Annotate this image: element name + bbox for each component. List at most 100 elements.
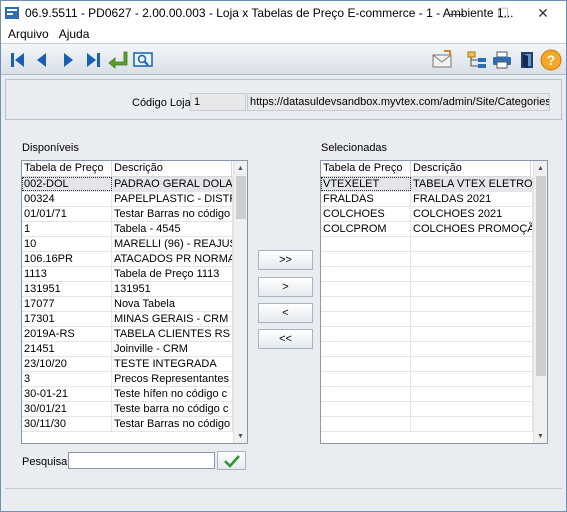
available-label: Disponíveis	[22, 142, 79, 154]
previous-record-button[interactable]	[31, 49, 53, 71]
table-row[interactable]: 30/11/30 Testar Barras no código	[22, 417, 233, 432]
cell-descricao: Teste hífen no código c	[112, 387, 233, 401]
column-header-descricao[interactable]: Descrição	[112, 161, 232, 176]
cell-descricao	[411, 297, 533, 311]
cell-tabela: 00324	[22, 192, 112, 206]
table-row[interactable]: 17077 Nova Tabela	[22, 297, 233, 312]
exit-button[interactable]	[516, 49, 538, 71]
cell-tabela: 30/01/21	[22, 402, 112, 416]
cell-descricao: MARELLI (96) - REAJUS	[114, 237, 233, 251]
cell-tabela: 2019A-RS	[22, 327, 112, 341]
enter-button[interactable]	[107, 49, 129, 71]
next-record-button[interactable]	[57, 49, 79, 71]
table-row[interactable]: 002-DOL PADRAO GERAL DOLAR	[22, 177, 233, 192]
table-row[interactable]	[321, 372, 533, 387]
cell-descricao: Testar Barras no código	[112, 207, 233, 221]
cell-tabela	[321, 237, 411, 251]
table-row[interactable]: 01/01/71 Testar Barras no código	[22, 207, 233, 222]
cell-tabela	[321, 357, 411, 371]
table-row[interactable]: VTEXELET TABELA VTEX ELETRO	[321, 177, 533, 192]
scroll-down-icon[interactable]: ▼	[234, 429, 247, 443]
table-row[interactable]: 30-01-21 Teste hífen no código c	[22, 387, 233, 402]
menu-arquivo[interactable]: Arquivo	[2, 27, 53, 41]
available-list[interactable]: Tabela de Preço Descrição 002-DOL PADRAO …	[21, 160, 248, 444]
table-row[interactable]: 00324 PAPELPLASTIC - DISTR	[22, 192, 233, 207]
cell-tabela	[321, 312, 411, 326]
table-row[interactable]	[321, 252, 533, 267]
table-row[interactable]: 1113 Tabela de Preço 1113	[22, 267, 233, 282]
scroll-up-icon[interactable]: ▲	[534, 161, 547, 175]
exit-icon	[521, 52, 533, 68]
cell-descricao: MINAS GERAIS - CRM	[112, 312, 233, 326]
email-icon	[432, 50, 452, 68]
table-row[interactable]	[321, 342, 533, 357]
table-row[interactable]	[321, 267, 533, 282]
column-header-tabela[interactable]: Tabela de Preço	[321, 161, 411, 176]
table-row[interactable]	[321, 297, 533, 312]
selected-scrollbar[interactable]: ▲ ▼	[533, 161, 547, 443]
add-all-button[interactable]: >>	[258, 250, 313, 270]
table-row[interactable]	[321, 387, 533, 402]
search-label: Pesquisar:	[22, 456, 74, 468]
enter-icon	[108, 51, 128, 69]
search-input[interactable]	[68, 452, 215, 469]
table-row[interactable]: 17301 MINAS GERAIS - CRM	[22, 312, 233, 327]
first-record-icon	[11, 53, 24, 67]
codigo-loja-label: Código Loja:	[132, 97, 194, 109]
table-row[interactable]	[321, 282, 533, 297]
table-row[interactable]	[321, 237, 533, 252]
cell-descricao	[411, 267, 533, 281]
table-row[interactable]: 1 Tabela - 4545	[22, 222, 233, 237]
cell-tabela	[321, 267, 411, 281]
print-button[interactable]	[491, 49, 513, 71]
table-row[interactable]: FRALDAS FRALDAS 2021	[321, 192, 533, 207]
scroll-down-icon[interactable]: ▼	[534, 429, 547, 443]
table-row[interactable]	[321, 357, 533, 372]
cell-tabela: 01/01/71	[22, 207, 112, 221]
cell-descricao	[411, 252, 533, 266]
cell-descricao	[411, 357, 533, 371]
remove-button[interactable]: <	[258, 303, 313, 323]
table-row[interactable]: 23/10/20 TESTE INTEGRADA	[22, 357, 233, 372]
close-icon: ✕	[537, 4, 549, 21]
available-scrollbar[interactable]: ▲ ▼	[233, 161, 247, 443]
cell-descricao: Nova Tabela	[112, 297, 233, 311]
menu-ajuda[interactable]: Ajuda	[53, 27, 94, 41]
cell-tabela: 17301	[22, 312, 112, 326]
selected-list[interactable]: Tabela de Preço Descrição VTEXELET TABELA…	[320, 160, 548, 444]
available-rows: 002-DOL PADRAO GERAL DOLAR 00324 PAPELPLAST…	[22, 177, 233, 432]
remove-all-button[interactable]: <<	[258, 329, 313, 349]
scroll-up-icon[interactable]: ▲	[234, 161, 247, 175]
table-row[interactable]: 30/01/21 Teste barra no código c	[22, 402, 233, 417]
last-record-button[interactable]	[82, 49, 104, 71]
table-row[interactable]	[321, 327, 533, 342]
close-button[interactable]: ✕	[520, 1, 566, 25]
tree-button[interactable]	[466, 49, 488, 71]
email-button[interactable]	[431, 49, 453, 71]
table-row[interactable]: 106.16PR ATACADOS PR NORMA	[22, 252, 233, 267]
table-row[interactable]: COLCPROM COLCHOES PROMOÇÃO	[321, 222, 533, 237]
table-row[interactable]: 131951 131951	[22, 282, 233, 297]
table-row[interactable]: 10 MARELLI (96) - REAJUS	[22, 237, 233, 252]
table-row[interactable]: 21451 Joinville - CRM	[22, 342, 233, 357]
table-row[interactable]	[321, 312, 533, 327]
column-header-descricao[interactable]: Descrição	[411, 161, 531, 176]
column-header-tabela[interactable]: Tabela de Preço	[22, 161, 112, 176]
minimize-button[interactable]: —	[434, 1, 480, 25]
search-confirm-button[interactable]	[217, 451, 246, 470]
table-row[interactable]	[321, 417, 533, 432]
cell-tabela: COLCHOES	[321, 207, 411, 221]
add-button[interactable]: >	[258, 277, 313, 297]
first-record-button[interactable]	[7, 49, 29, 71]
table-row[interactable]: 3 Precos Representantes	[22, 372, 233, 387]
tree-icon	[467, 51, 486, 68]
help-button[interactable]: ?	[540, 49, 562, 71]
svg-text:?: ?	[547, 52, 556, 68]
scroll-thumb[interactable]	[536, 176, 546, 376]
table-row[interactable]: COLCHOES COLCHOES 2021	[321, 207, 533, 222]
cell-tabela	[321, 342, 411, 356]
scroll-thumb[interactable]	[236, 176, 246, 219]
preview-button[interactable]	[132, 49, 154, 71]
table-row[interactable]	[321, 402, 533, 417]
table-row[interactable]: 2019A-RS TABELA CLIENTES RS 2	[22, 327, 233, 342]
